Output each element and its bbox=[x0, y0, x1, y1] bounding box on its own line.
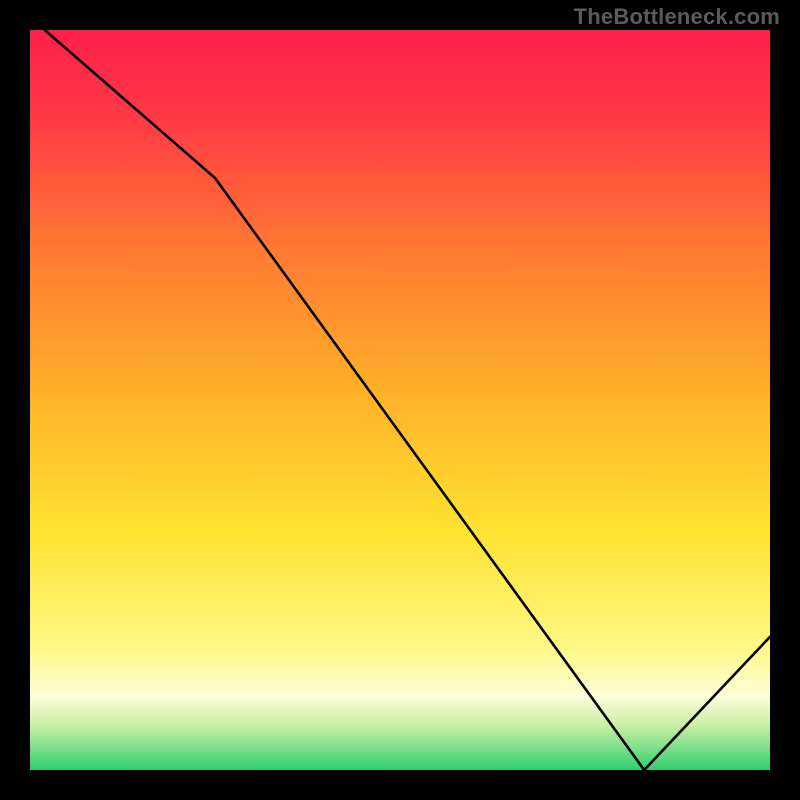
chart-frame: TheBottleneck.com bbox=[0, 0, 800, 800]
attribution-text: TheBottleneck.com bbox=[574, 4, 780, 30]
gradient-background bbox=[30, 30, 770, 770]
chart-plot bbox=[30, 30, 770, 770]
